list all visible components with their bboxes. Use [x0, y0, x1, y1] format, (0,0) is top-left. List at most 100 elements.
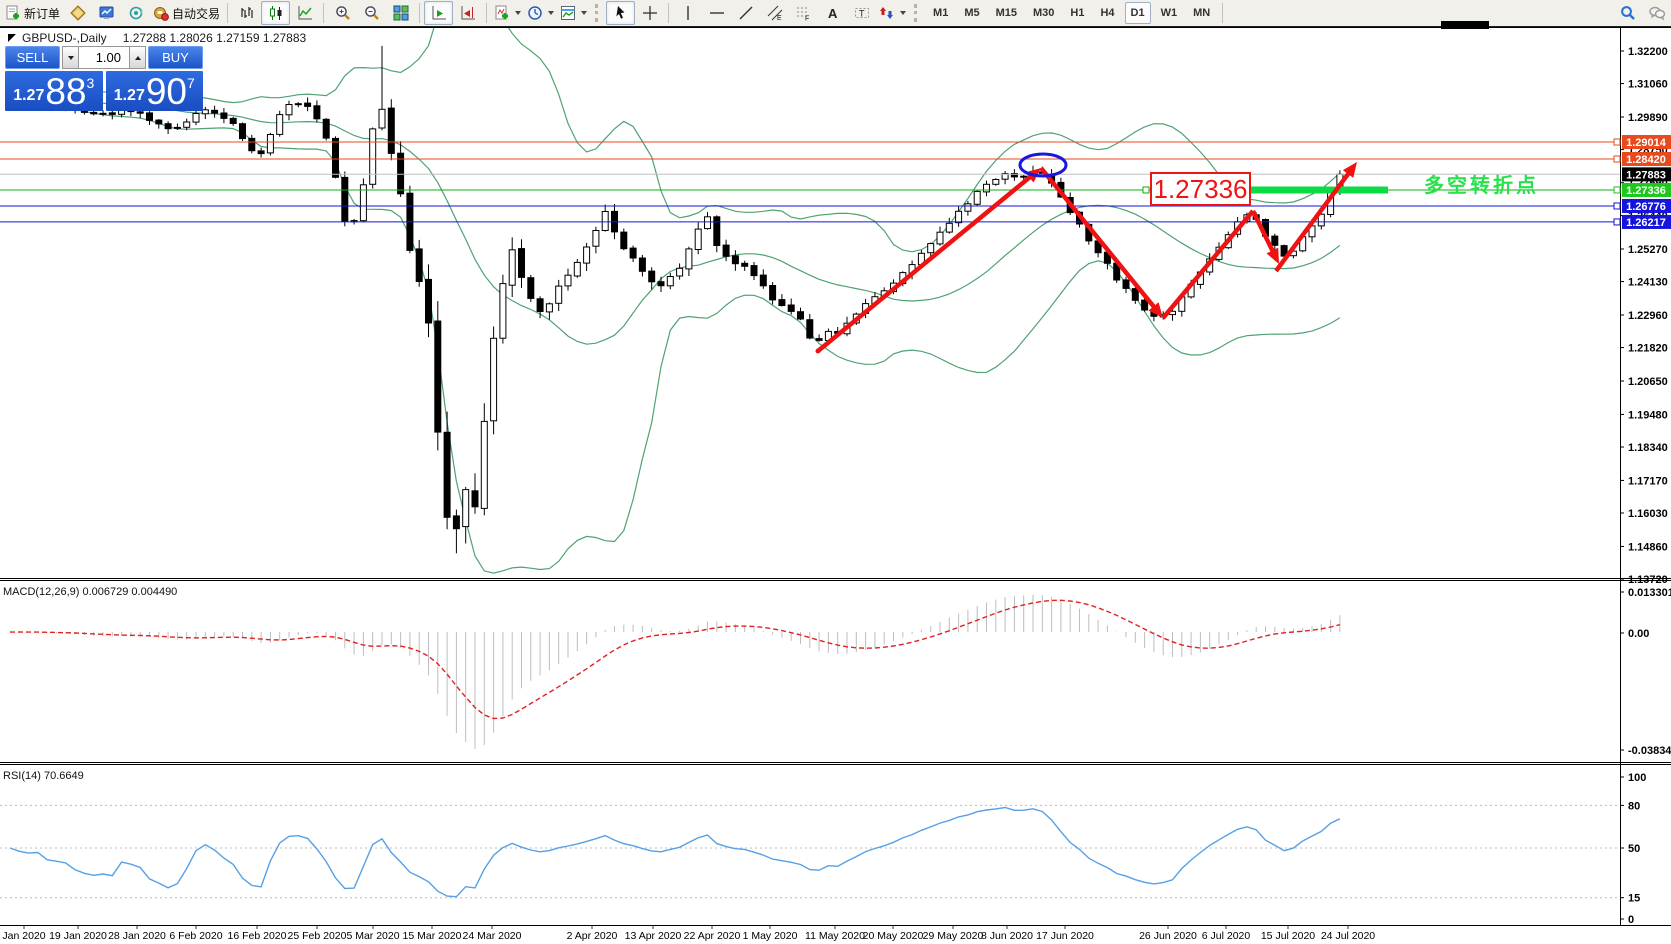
timeframe-M1[interactable]: M1	[927, 2, 954, 24]
svg-text:1.19480: 1.19480	[1628, 409, 1668, 421]
line-chart-button[interactable]	[290, 1, 319, 25]
label-tool-button[interactable]: T	[847, 1, 876, 25]
bollinger-bands	[10, 0, 1340, 573]
volume-input[interactable]: 1.00	[79, 46, 129, 69]
price-callout-box[interactable]: 1.27336	[1150, 172, 1251, 206]
ohlc-values: 1.27288 1.28026 1.27159 1.27883	[123, 31, 307, 45]
buy-price-pips: 90	[146, 75, 187, 108]
crosshair-tool-button[interactable]	[635, 1, 664, 25]
shapes-dropdown[interactable]	[876, 1, 909, 25]
timeframe-H4[interactable]: H4	[1094, 2, 1120, 24]
shift-icon	[460, 5, 476, 21]
zoom-in-icon	[335, 5, 351, 21]
svg-text:11 May 2020: 11 May 2020	[805, 930, 865, 942]
sell-price-point: 3	[87, 75, 95, 91]
svg-text:1.13720: 1.13720	[1628, 574, 1668, 586]
rsi-indicator	[0, 805, 1620, 897]
indicators-icon	[494, 5, 510, 21]
profiles-button[interactable]	[63, 1, 92, 25]
main-toolbar: 新订单 自动交易 EFAT M1M5M15M30H1H4D1W1MN	[0, 0, 1671, 27]
svg-text:Jan 2020: Jan 2020	[2, 930, 45, 942]
crosshair-icon	[642, 5, 658, 21]
horizontal-level-lines[interactable]	[0, 142, 1620, 222]
candlestick-chart-button[interactable]	[261, 1, 290, 25]
horizontal-line-tool-button[interactable]	[702, 1, 731, 25]
zoom-out-button[interactable]	[357, 1, 386, 25]
bars-icon	[239, 5, 255, 21]
mt4-terminal-window: 1.322001.310601.298901.287501.275901.264…	[0, 0, 1671, 944]
candles-icon	[268, 5, 284, 21]
svg-text:1.32200: 1.32200	[1628, 46, 1668, 58]
indicators-dropdown[interactable]	[491, 1, 524, 25]
fibonacci-tool-button[interactable]: F	[789, 1, 818, 25]
tester-icon	[128, 5, 144, 21]
templates-dropdown[interactable]	[557, 1, 590, 25]
volume-decrease-button[interactable]	[62, 46, 79, 69]
chevron-down-icon	[900, 11, 906, 15]
svg-text:1.21820: 1.21820	[1628, 343, 1668, 355]
chart-shift-button[interactable]	[453, 1, 482, 25]
sell-button[interactable]: SELL	[5, 46, 60, 69]
text-icon: A	[825, 5, 841, 21]
buy-price-button[interactable]: 1.27 90 7	[106, 71, 204, 111]
toolbar-separator	[668, 3, 669, 23]
symbol-period-label: GBPUSD-,Daily	[22, 31, 107, 45]
chat-button[interactable]	[1642, 1, 1671, 25]
timeframe-MN[interactable]: MN	[1187, 2, 1216, 24]
new-order-button-label: 新订单	[24, 5, 60, 22]
text-tool-button[interactable]: A	[818, 1, 847, 25]
market-watch-button[interactable]	[92, 1, 121, 25]
autotrading-button-label: 自动交易	[172, 5, 220, 22]
timeframe-M15[interactable]: M15	[990, 2, 1023, 24]
svg-text:6 Feb 2020: 6 Feb 2020	[169, 930, 222, 942]
auto-scroll-button[interactable]	[424, 1, 453, 25]
line-icon	[297, 5, 313, 21]
autotrading-button[interactable]: 自动交易	[150, 1, 223, 25]
tile-windows-button[interactable]	[386, 1, 415, 25]
market-watch-icon	[99, 5, 115, 21]
toolbar-grip	[914, 4, 920, 22]
svg-text:1.27883: 1.27883	[1626, 169, 1666, 181]
chevron-down-icon	[515, 11, 521, 15]
chart-frame	[0, 28, 1671, 926]
timeframe-D1[interactable]: D1	[1125, 2, 1151, 24]
svg-text:15 Mar 2020: 15 Mar 2020	[403, 930, 462, 942]
turning-point-label[interactable]: 多空转折点	[1424, 169, 1539, 198]
macd-indicator	[10, 595, 1340, 749]
svg-text:5 Mar 2020: 5 Mar 2020	[346, 930, 399, 942]
bar-chart-button[interactable]	[232, 1, 261, 25]
svg-text:15 Jul 2020: 15 Jul 2020	[1261, 930, 1315, 942]
periods-dropdown[interactable]	[524, 1, 557, 25]
chart-title: GBPUSD-,Daily 1.27288 1.28026 1.27159 1.…	[8, 31, 306, 45]
chevron-down-icon	[581, 11, 587, 15]
volume-increase-button[interactable]	[129, 46, 146, 69]
channel-icon: E	[767, 5, 783, 21]
tline-icon	[738, 5, 754, 21]
sell-price-button[interactable]: 1.27 88 3	[5, 71, 103, 111]
svg-text:1.16030: 1.16030	[1628, 508, 1668, 520]
timeframe-H1[interactable]: H1	[1064, 2, 1090, 24]
search-button[interactable]	[1613, 1, 1642, 25]
toolbar-separator	[1222, 3, 1223, 23]
buy-button[interactable]: BUY	[148, 46, 203, 69]
cursor-tool-button[interactable]	[606, 1, 635, 25]
vertical-line-tool-button[interactable]	[673, 1, 702, 25]
periods-icon	[527, 5, 543, 21]
new-order-icon	[5, 5, 21, 21]
timeframe-W1[interactable]: W1	[1155, 2, 1184, 24]
timeframe-M30[interactable]: M30	[1027, 2, 1060, 24]
svg-text:1.26776: 1.26776	[1626, 201, 1666, 213]
profiles-icon	[70, 5, 86, 21]
zoom-in-button[interactable]	[328, 1, 357, 25]
svg-text:1.31060: 1.31060	[1628, 79, 1668, 91]
new-order-button[interactable]: 新订单	[2, 1, 63, 25]
svg-text:1.27336: 1.27336	[1626, 185, 1666, 197]
strategy-tester-button[interactable]	[121, 1, 150, 25]
one-click-trading-panel: SELL 1.00 BUY 1.27 88 3 1.27 90 7	[5, 46, 203, 111]
svg-text:1.22960: 1.22960	[1628, 310, 1668, 322]
channel-tool-button[interactable]: E	[760, 1, 789, 25]
svg-text:1.14860: 1.14860	[1628, 541, 1668, 553]
timeframe-M5[interactable]: M5	[958, 2, 985, 24]
toolbar-separator	[486, 3, 487, 23]
trendline-tool-button[interactable]	[731, 1, 760, 25]
